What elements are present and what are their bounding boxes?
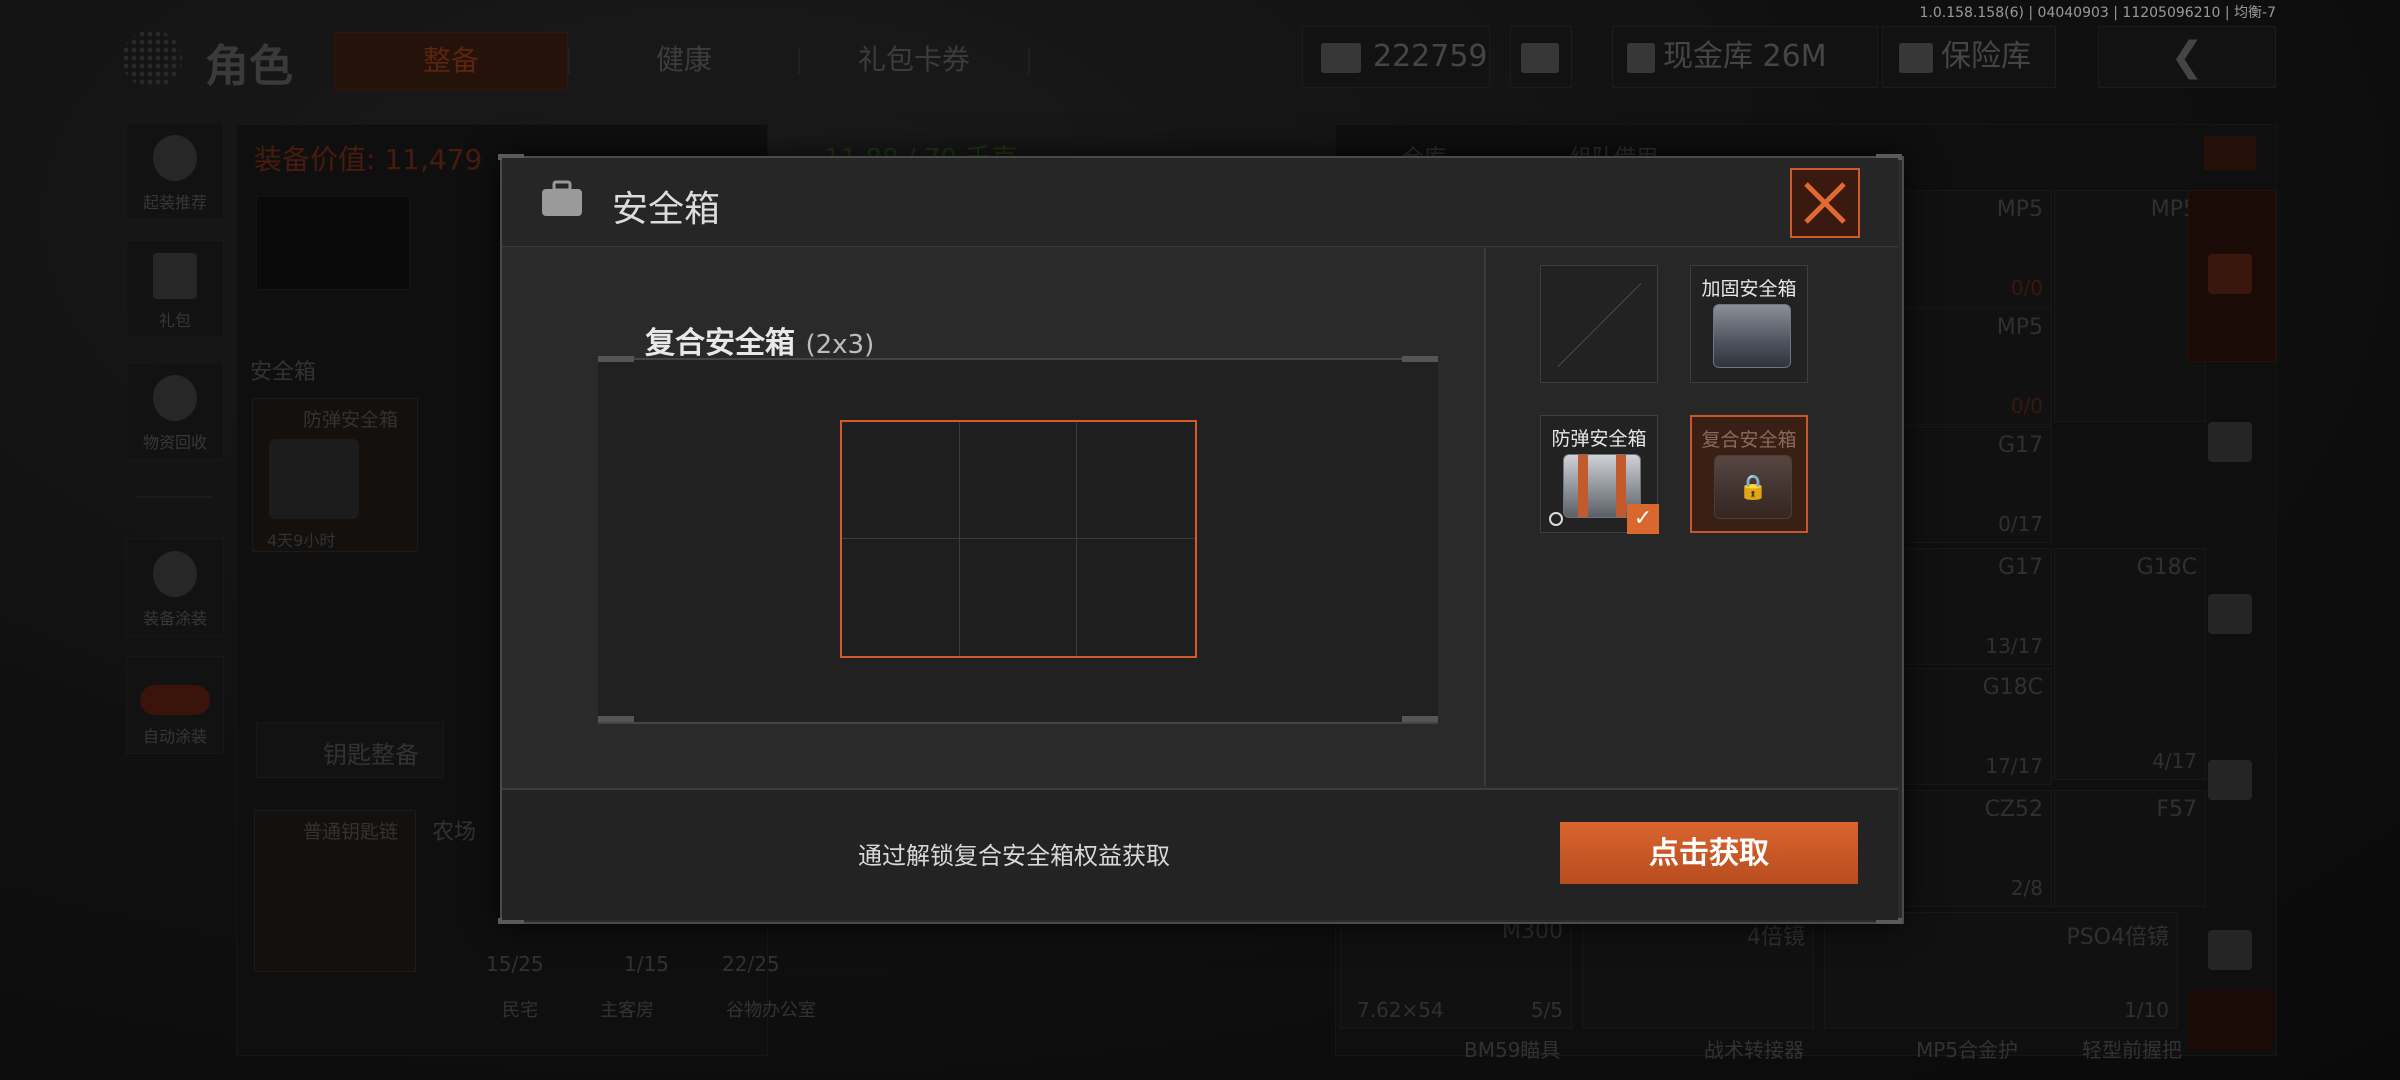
case-option-label: 复合安全箱 <box>1701 429 1797 451</box>
unlock-hint: 通过解锁复合安全箱权益获取 <box>858 842 1170 870</box>
close-button[interactable] <box>1790 168 1860 238</box>
grid-corner <box>1402 356 1438 362</box>
case-slot[interactable] <box>959 422 1078 539</box>
case-slot[interactable] <box>1077 539 1195 656</box>
case-option-label: 加固安全箱 <box>1701 278 1797 300</box>
case-option-bulletproof[interactable]: 防弹安全箱 ✓ <box>1540 415 1659 534</box>
grid-corner <box>1402 716 1438 722</box>
reinforced-case-icon <box>1713 304 1791 368</box>
case-slot[interactable] <box>960 539 1078 656</box>
case-slot[interactable] <box>1077 422 1195 539</box>
case-option-composite[interactable]: 复合安全箱 🔒 <box>1690 415 1808 533</box>
case-size: (2x3) <box>805 330 875 360</box>
case-slot-grid <box>840 420 1197 658</box>
case-slot[interactable] <box>842 539 960 656</box>
modal-title: 安全箱 <box>612 189 721 230</box>
briefcase-icon <box>542 180 582 216</box>
timer-icon <box>1549 512 1563 526</box>
case-option-reinforced[interactable]: 加固安全箱 <box>1690 265 1808 383</box>
case-name-label: 复合安全箱 <box>645 326 795 361</box>
close-icon <box>1804 182 1846 224</box>
grid-corner <box>598 356 634 362</box>
case-slot[interactable] <box>842 422 960 539</box>
case-option-empty[interactable] <box>1540 265 1658 383</box>
check-icon: ✓ <box>1627 504 1659 534</box>
lock-icon: 🔒 <box>1738 473 1768 501</box>
case-name: 复合安全箱 (2x3) <box>645 318 874 362</box>
grid-corner <box>598 716 634 722</box>
case-option-label: 防弹安全箱 <box>1551 428 1647 450</box>
obtain-button[interactable]: 点击获取 <box>1560 822 1858 884</box>
